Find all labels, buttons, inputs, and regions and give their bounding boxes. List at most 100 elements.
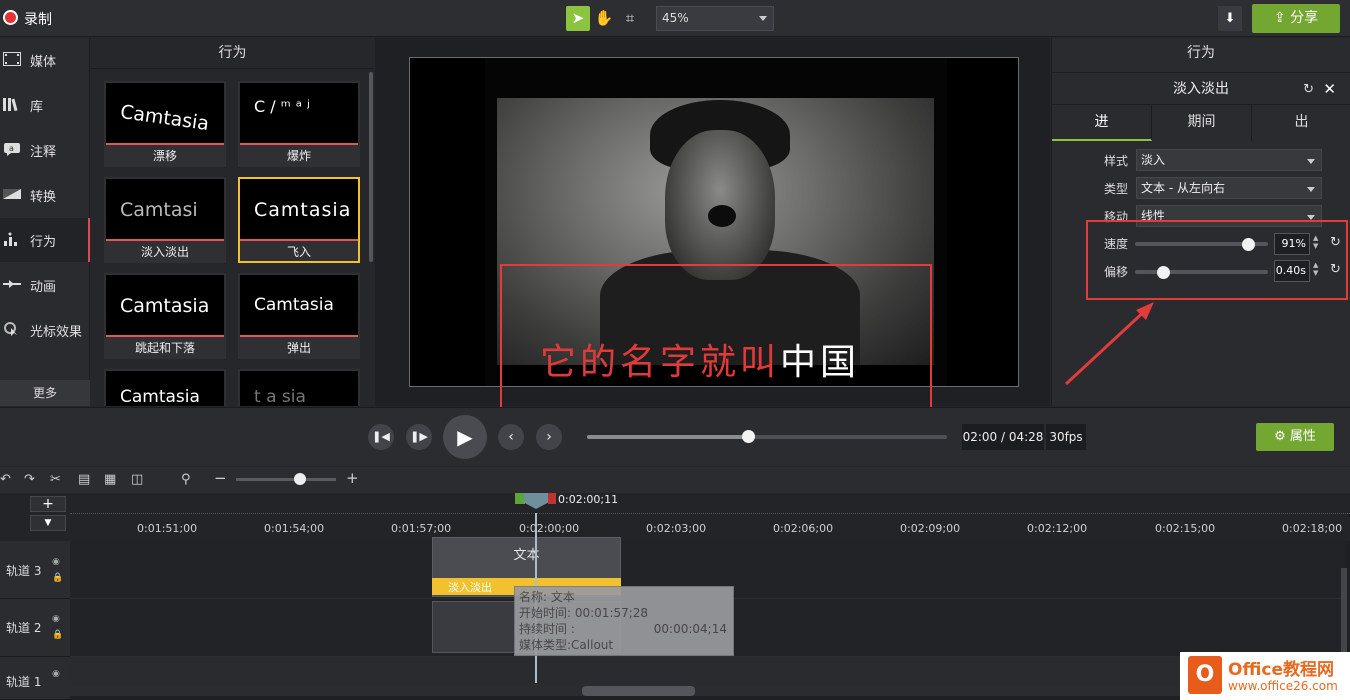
tab-during[interactable]: 期间 [1152, 105, 1252, 141]
lock-icon[interactable]: 🔒 [52, 573, 63, 583]
split-icon[interactable]: ◫ [131, 472, 143, 487]
prev-frame-icon[interactable]: ‹ [498, 424, 524, 450]
clip-label: 文本 [513, 548, 540, 563]
preview-text: Camtasi [120, 199, 198, 221]
paste-icon[interactable]: ▦ [104, 472, 116, 487]
eye-icon[interactable]: ◉ [52, 669, 60, 679]
fps-readout: 30fps [1046, 424, 1086, 450]
track-name: 轨道 2 [6, 621, 42, 635]
track-header-2[interactable]: 轨道 2 ◉ 🔒 [0, 599, 70, 657]
type-value: 文本 - 从左向右 [1141, 181, 1225, 195]
crop-tool-icon[interactable]: ⌗ [618, 6, 642, 31]
type-select[interactable]: 文本 - 从左向右 [1136, 177, 1322, 199]
lock-icon[interactable]: 🔒 [52, 630, 63, 640]
timeline-hscroll-thumb[interactable] [582, 686, 695, 696]
timeline-hscrollbar[interactable] [70, 686, 1346, 696]
next-frame-icon[interactable]: › [536, 424, 562, 450]
panel-scrollbar[interactable] [369, 72, 373, 262]
behavior-thumb-pop[interactable]: Camtasia 弹出 [238, 273, 360, 359]
sidebar-item-animations[interactable]: 动画 [0, 263, 90, 307]
record-icon[interactable] [3, 10, 18, 25]
eye-icon[interactable]: ◉ [52, 614, 60, 624]
more-button[interactable]: 更多 [0, 380, 90, 406]
behavior-preview: Camtasi [106, 179, 224, 241]
close-icon[interactable]: ✕ [1323, 80, 1336, 98]
scrubber-knob[interactable] [742, 430, 755, 443]
annotation-arrow-icon [1064, 302, 1154, 386]
behaviors-panel: 行为 Camtasia 漂移 C ∕ ᵐ ᵃ ʲ 爆炸 Camtasi 淡入淡出… [91, 38, 374, 406]
style-select[interactable]: 淡入 [1136, 149, 1322, 171]
eye-icon[interactable]: ◉ [52, 557, 60, 567]
selection-start-handle[interactable] [515, 493, 525, 504]
search-icon[interactable]: ⚲ [181, 472, 191, 487]
sidebar-item-label: 注释 [30, 145, 57, 160]
highlight-box [500, 264, 932, 414]
zoom-out-icon[interactable]: − [214, 469, 227, 487]
behavior-thumb-fly-in[interactable]: Camtasia 飞入 [238, 177, 360, 263]
track-lane-1[interactable] [70, 657, 1346, 687]
tick-label: 0:02:09;00 [900, 522, 961, 535]
track-header-3[interactable]: 轨道 3 ◉ 🔒 [0, 541, 70, 599]
playhead[interactable] [524, 493, 548, 509]
panel-title: 行为 [91, 38, 374, 69]
scrubber-fill [587, 435, 749, 439]
undo-icon[interactable]: ↶ [0, 472, 11, 487]
timeline-ruler[interactable]: + ▼ 0:02:00;11 0:01:51;00 0:01:54;00 0:0… [0, 493, 1350, 541]
play-icon[interactable]: ▶ [443, 415, 487, 459]
type-label: 类型 [1104, 182, 1129, 196]
behavior-label: 跳起和下落 [134, 341, 195, 355]
tick-label: 0:01:54;00 [264, 522, 325, 535]
behavior-thumb-drift[interactable]: Camtasia 漂移 [104, 81, 226, 167]
clip-tooltip: 名称: 文本 开始时间: 00:01:57;28 持续时间 : 00:00:04;… [514, 586, 734, 656]
behavior-thumb-fade[interactable]: Camtasi 淡入淡出 [104, 177, 226, 263]
timeline-zoom-knob[interactable] [294, 473, 306, 485]
tooltip-type: 媒体类型:Callout [519, 638, 614, 652]
sidebar-item-annotations[interactable]: a 注释 [0, 128, 90, 172]
sidebar-item-cursor-effects[interactable]: 光标效果 [0, 308, 90, 352]
copy-icon[interactable]: ▤ [78, 472, 90, 487]
zoom-select[interactable]: 45% [656, 6, 774, 31]
sidebar-item-behaviors[interactable]: 行为 [0, 218, 90, 262]
properties-label: 属性 [1289, 429, 1316, 444]
select-tool-icon[interactable]: ➤ [566, 6, 590, 31]
tick-label: 0:01:51;00 [137, 522, 198, 535]
step-back-icon[interactable]: ❚◀ [368, 424, 394, 450]
sidebar-item-media[interactable]: 媒体 [0, 38, 90, 82]
add-track-icon[interactable]: + [30, 496, 66, 512]
playhead-time: 0:02:00;11 [558, 493, 619, 506]
sidebar-item-label: 库 [30, 100, 44, 115]
tab-out[interactable]: 出 [1252, 105, 1350, 141]
playback-scrubber[interactable] [587, 435, 947, 439]
behavior-preview: Camtasia [106, 275, 224, 337]
timeline-zoom-slider[interactable] [236, 478, 336, 481]
timeline-toolbar: ↶ ↷ ✂ ▤ ▦ ◫ ⚲ − + [0, 467, 1350, 493]
share-button[interactable]: ⇪ 分享 [1252, 4, 1340, 33]
collapse-tracks-icon[interactable]: ▼ [30, 515, 66, 531]
download-icon[interactable]: ⬇ [1218, 6, 1242, 31]
record-label[interactable]: 录制 [24, 9, 52, 29]
cut-icon[interactable]: ✂ [50, 472, 61, 487]
preview-text: Camtasia [254, 199, 352, 221]
reset-icon[interactable]: ↻ [1303, 82, 1314, 97]
behavior-thumb-7[interactable]: Camtasia [104, 369, 226, 406]
sidebar-item-library[interactable]: 库 [0, 83, 90, 127]
properties-button[interactable]: ⚙ 属性 [1256, 423, 1334, 451]
behavior-thumb-explode[interactable]: C ∕ ᵐ ᵃ ʲ 爆炸 [238, 81, 360, 167]
behavior-thumb-jump[interactable]: Camtasia 跳起和下落 [104, 273, 226, 359]
tick-label: 0:02:18;00 [1282, 522, 1343, 535]
sidebar-item-transitions[interactable]: 转换 [0, 173, 90, 217]
track-header-1[interactable]: 轨道 1 ◉ [0, 657, 70, 700]
step-forward-icon[interactable]: ❚▶ [406, 424, 432, 450]
selection-end-handle[interactable] [548, 493, 556, 504]
tab-in[interactable]: 进 [1052, 105, 1152, 141]
top-toolbar: 录制 ➤ ✋ ⌗ 45% ⬇ ⇪ 分享 [0, 0, 1350, 37]
effect-label: 淡入淡出 [448, 581, 492, 594]
zoom-in-icon[interactable]: + [346, 469, 359, 487]
sidebar-item-label: 媒体 [30, 55, 57, 70]
redo-icon[interactable]: ↷ [24, 472, 35, 487]
library-icon [3, 98, 18, 111]
pan-tool-icon[interactable]: ✋ [592, 6, 616, 31]
upload-icon: ⇪ [1273, 10, 1291, 26]
style-label: 样式 [1104, 154, 1129, 168]
behavior-thumb-8[interactable]: t a sia [238, 369, 360, 406]
